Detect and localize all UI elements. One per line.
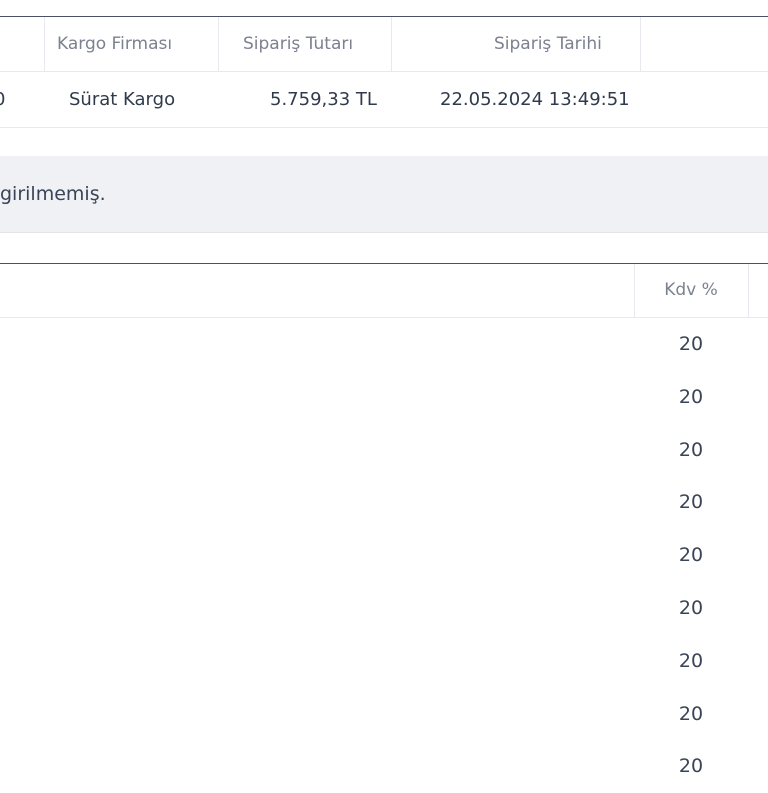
- kdv-cell: 20: [678, 649, 704, 672]
- column-divider: [748, 264, 749, 317]
- column-divider: [640, 17, 641, 71]
- kdv-cell: 20: [678, 438, 704, 461]
- note-text: girilmemiş.: [0, 183, 106, 205]
- items-table-header: Kdv %: [0, 264, 768, 318]
- header-kdv-percent[interactable]: Kdv %: [634, 264, 748, 317]
- column-divider: [44, 17, 45, 71]
- order-summary-table: Kargo Firması Sipariş Tutarı Sipariş Tar…: [0, 16, 768, 128]
- column-divider: [391, 17, 392, 71]
- kdv-cell: 20: [678, 544, 704, 567]
- kdv-cell: 20: [678, 596, 704, 619]
- kdv-cell: 20: [678, 385, 704, 408]
- kdv-cell: 20: [678, 702, 704, 725]
- kdv-cell: 20: [678, 755, 704, 778]
- order-table-header: Kargo Firması Sipariş Tutarı Sipariş Tar…: [0, 17, 768, 72]
- header-cargo-company[interactable]: Kargo Firması: [57, 17, 172, 71]
- cut-off-cell: 0: [0, 72, 5, 127]
- order-date-cell: 22.05.2024 13:49:51: [440, 89, 630, 110]
- note-panel: girilmemiş.: [0, 156, 768, 233]
- column-divider: [218, 17, 219, 71]
- kdv-column: 20 20 20 20 20 20 20 20 20: [634, 318, 748, 793]
- header-order-date[interactable]: Sipariş Tarihi: [494, 17, 602, 71]
- header-order-amount[interactable]: Sipariş Tutarı: [243, 17, 353, 71]
- order-items-table: Kdv % 20 20 20 20 20 20 20 20 20: [0, 263, 768, 777]
- kdv-cell: 20: [678, 491, 704, 514]
- kdv-cell: 20: [678, 333, 704, 355]
- order-amount-cell: 5.759,33 TL: [270, 89, 377, 110]
- table-row: 0 Sürat Kargo 5.759,33 TL 22.05.2024 13:…: [0, 72, 768, 127]
- cargo-company-cell: Sürat Kargo: [69, 89, 176, 110]
